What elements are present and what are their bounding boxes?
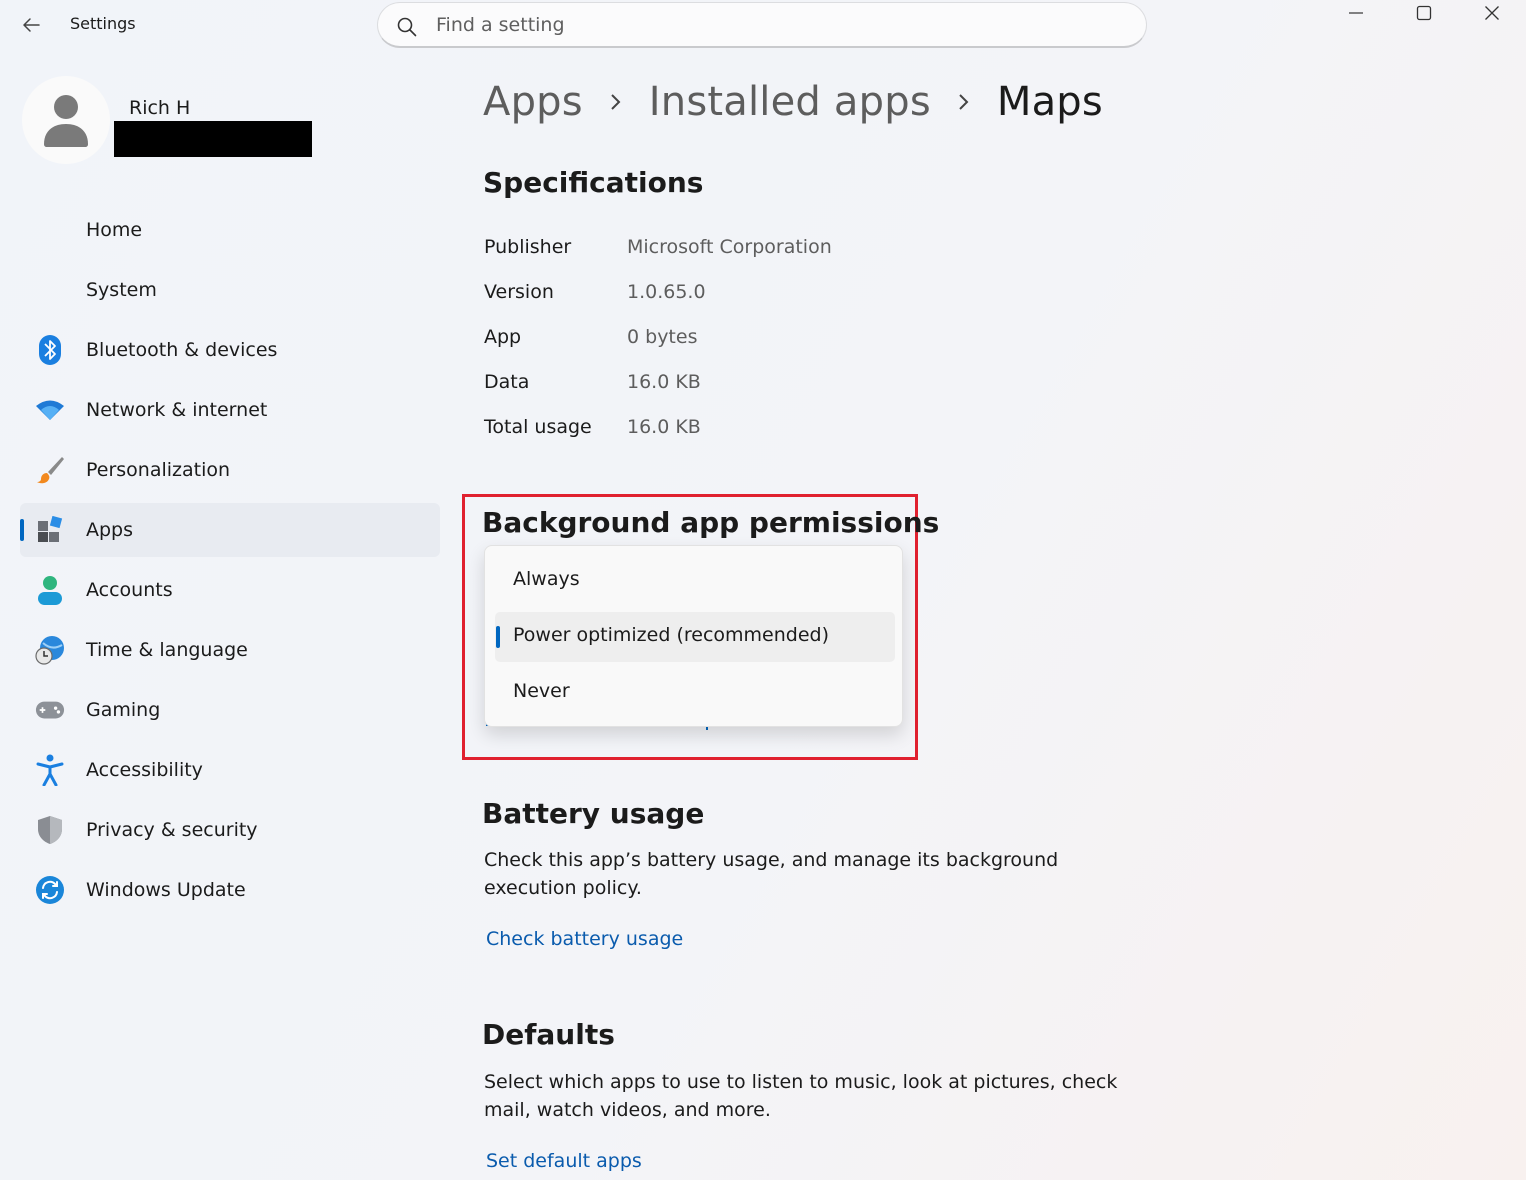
brush-icon bbox=[35, 455, 65, 485]
spec-label-app: App bbox=[484, 326, 522, 348]
person-icon bbox=[35, 575, 65, 605]
breadcrumb-apps[interactable]: Apps bbox=[483, 79, 583, 125]
breadcrumb-installed-apps[interactable]: Installed apps bbox=[649, 79, 931, 125]
maximize-icon bbox=[1416, 5, 1432, 21]
option-always[interactable]: Always bbox=[495, 556, 895, 606]
search-box[interactable] bbox=[377, 2, 1147, 48]
sidebar-item-bluetooth[interactable]: Bluetooth & devices bbox=[20, 323, 440, 377]
sidebar-item-network[interactable]: Network & internet bbox=[20, 383, 440, 437]
spec-value-version: 1.0.65.0 bbox=[627, 281, 706, 303]
search-input[interactable] bbox=[436, 11, 1116, 39]
spec-value-publisher: Microsoft Corporation bbox=[627, 236, 832, 258]
sidebar-item-label: System bbox=[86, 279, 157, 301]
title-bar: Settings bbox=[0, 0, 1526, 52]
back-button[interactable] bbox=[16, 10, 46, 40]
sidebar-item-personalization[interactable]: Personalization bbox=[20, 443, 440, 497]
option-label: Always bbox=[513, 568, 580, 590]
sidebar-item-label: Windows Update bbox=[86, 879, 246, 901]
sidebar-item-time-language[interactable]: Time & language bbox=[20, 623, 440, 677]
sidebar-item-label: Gaming bbox=[86, 699, 161, 721]
sidebar-item-privacy-security[interactable]: Privacy & security bbox=[20, 803, 440, 857]
chevron-right-icon bbox=[957, 92, 971, 112]
spec-value-app: 0 bytes bbox=[627, 326, 698, 348]
bluetooth-icon bbox=[35, 335, 65, 365]
defaults-heading: Defaults bbox=[482, 1018, 615, 1051]
user-name: Rich H bbox=[129, 97, 191, 119]
battery-usage-heading: Battery usage bbox=[482, 797, 705, 830]
sidebar-item-label: Privacy & security bbox=[86, 819, 258, 841]
option-power-optimized[interactable]: Power optimized (recommended) bbox=[495, 612, 895, 662]
gamepad-icon bbox=[35, 695, 65, 725]
spec-label-data: Data bbox=[484, 371, 530, 393]
battery-usage-description: Check this app’s battery usage, and mana… bbox=[484, 849, 1059, 899]
sidebar-item-label: Personalization bbox=[86, 459, 231, 481]
sidebar-item-label: Time & language bbox=[86, 639, 248, 661]
minimize-icon bbox=[1349, 12, 1363, 14]
sidebar-item-label: Accounts bbox=[86, 579, 173, 601]
sidebar-item-label: Apps bbox=[86, 519, 134, 541]
sidebar-item-accounts[interactable]: Accounts bbox=[20, 563, 440, 617]
shield-icon bbox=[35, 815, 65, 845]
search-icon bbox=[396, 16, 418, 42]
sidebar-item-label: Home bbox=[86, 219, 143, 241]
wifi-icon bbox=[35, 395, 65, 425]
close-button[interactable] bbox=[1462, 0, 1522, 26]
background-permissions-heading: Background app permissions bbox=[482, 506, 940, 539]
option-label: Power optimized (recommended) bbox=[513, 624, 829, 646]
avatar[interactable] bbox=[22, 76, 110, 164]
sidebar-nav: Home System Bluetooth & devices Network … bbox=[20, 203, 440, 923]
sidebar-item-home[interactable]: Home bbox=[20, 203, 440, 257]
breadcrumb-current-page: Maps bbox=[996, 79, 1103, 125]
option-label: Never bbox=[513, 680, 570, 702]
defaults-description: Select which apps to use to listen to mu… bbox=[484, 1071, 1118, 1121]
sidebar-item-apps[interactable]: Apps bbox=[20, 503, 440, 557]
sidebar-item-accessibility[interactable]: Accessibility bbox=[20, 743, 440, 797]
spec-label-version: Version bbox=[484, 281, 554, 303]
accessibility-icon bbox=[35, 754, 65, 786]
option-never[interactable]: Never bbox=[495, 668, 895, 718]
spec-value-total-usage: 16.0 KB bbox=[627, 416, 701, 438]
maximize-button[interactable] bbox=[1394, 0, 1454, 26]
back-arrow-icon bbox=[23, 18, 40, 32]
chevron-right-icon bbox=[609, 92, 623, 112]
sidebar-item-label: Accessibility bbox=[86, 759, 203, 781]
spec-label-total-usage: Total usage bbox=[484, 416, 592, 438]
breadcrumb: Apps Installed apps Maps bbox=[483, 74, 1103, 130]
spec-value-data: 16.0 KB bbox=[627, 371, 701, 393]
close-icon bbox=[1485, 6, 1499, 20]
sidebar-item-system[interactable]: System bbox=[20, 263, 440, 317]
selected-indicator bbox=[496, 626, 500, 648]
set-default-apps-link[interactable]: Set default apps bbox=[486, 1150, 642, 1172]
sidebar-item-gaming[interactable]: Gaming bbox=[20, 683, 440, 737]
redacted-email bbox=[114, 121, 312, 157]
globe-clock-icon bbox=[35, 635, 65, 665]
update-icon bbox=[35, 875, 65, 905]
check-battery-usage-link[interactable]: Check battery usage bbox=[486, 928, 683, 950]
specifications-heading: Specifications bbox=[483, 166, 704, 199]
person-avatar-icon bbox=[44, 95, 88, 147]
minimize-button[interactable] bbox=[1326, 0, 1386, 26]
app-title: Settings bbox=[70, 14, 136, 33]
sidebar-item-label: Bluetooth & devices bbox=[86, 339, 278, 361]
background-permissions-dropdown: Always Power optimized (recommended) Nev… bbox=[484, 545, 903, 727]
sidebar-item-label: Network & internet bbox=[86, 399, 268, 421]
spec-label-publisher: Publisher bbox=[484, 236, 572, 258]
sidebar-item-windows-update[interactable]: Windows Update bbox=[20, 863, 440, 917]
apps-icon bbox=[35, 515, 65, 545]
active-indicator bbox=[20, 519, 24, 541]
